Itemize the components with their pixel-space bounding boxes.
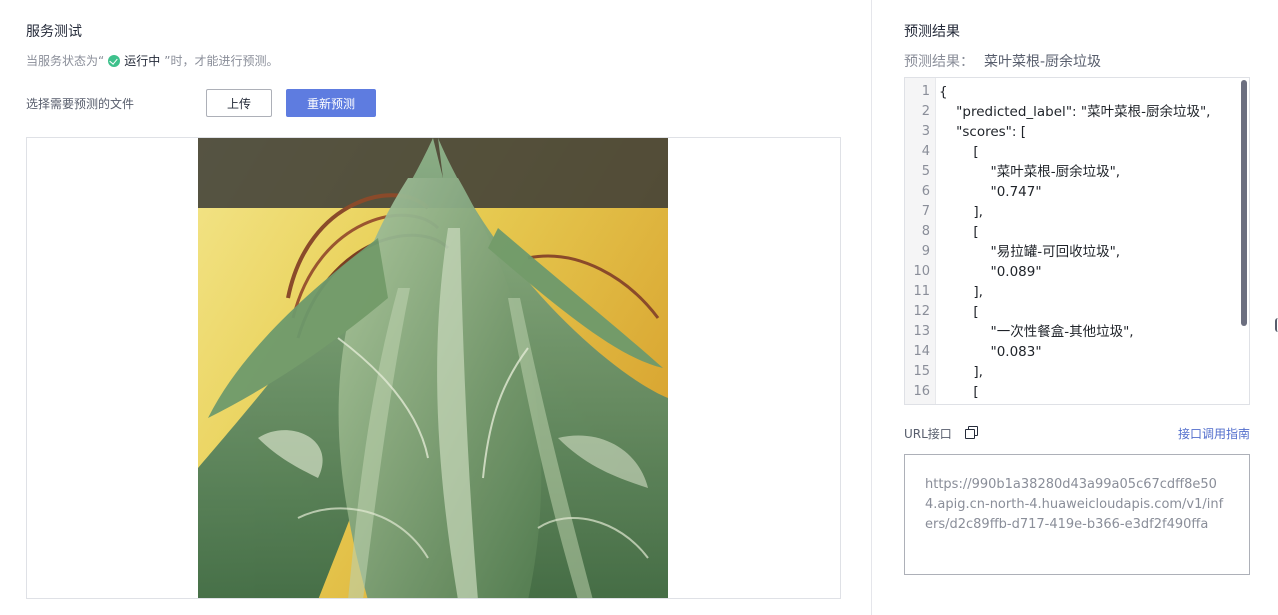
code-line: "易拉罐-可回收垃圾", [939,244,1121,260]
code-line: [ [939,384,979,400]
vegetable-photo [198,138,668,598]
line-number: 6 [921,184,930,199]
code-line: "0.747" [939,184,1042,200]
url-interface-label: URL接口 [904,427,952,441]
code-line: [ [939,224,979,240]
api-guide-link[interactable]: 接口调用指南 [1178,425,1250,442]
line-number: 9 [921,244,930,259]
code-line: "predicted_label": "菜叶菜根-厨余垃圾", [939,104,1211,120]
line-number: 10 [913,264,930,279]
prediction-result: 预测结果： 菜叶菜根-厨余垃圾 [904,51,1101,71]
line-number: 4 [921,144,930,159]
service-test-title: 服务测试 [26,24,82,40]
code-line: [ [939,144,979,160]
image-preview [26,137,841,599]
code-line: ], [939,364,983,380]
line-number: 11 [913,284,930,299]
status-running-text: 运行中 [124,54,161,68]
code-line: ], [939,284,983,300]
code-line: "scores": [ [939,124,1026,140]
prediction-title: 预测结果 [904,24,960,40]
status-hint-prefix: 当服务状态为“ [26,54,105,68]
code-line: "0.083" [939,344,1042,360]
copy-icon[interactable] [965,426,979,440]
status-hint: 当服务状态为“ 运行中 ”时，才能进行预测。 [26,52,278,69]
prediction-result-label: 预测结果： [904,54,974,70]
line-number: 14 [913,344,930,359]
service-test-panel: 服务测试 当服务状态为“ 运行中 ”时，才能进行预测。 选择需要预测的文件 上传… [0,0,871,615]
code-line: "菜叶菜根-厨余垃圾", [939,164,1121,180]
line-number: 13 [913,324,930,339]
line-number-gutter: 1 2 3 4 5 6 7 8 9 10 11 12 13 14 15 16 [905,78,936,404]
json-code: { "predicted_label": "菜叶菜根-厨余垃圾", "score… [939,82,1237,402]
upload-button[interactable]: 上传 [206,89,272,117]
line-number: 8 [921,224,930,239]
code-line: "0.089" [939,264,1042,280]
code-line: ], [939,204,983,220]
prediction-panel: 预测结果 预测结果： 菜叶菜根-厨余垃圾 1 2 3 4 5 6 7 8 9 10 11 12 13 14 1… [872,0,1278,615]
line-number: 15 [913,364,930,379]
line-number: 3 [921,124,930,139]
file-select-label: 选择需要预测的文件 [26,97,135,111]
check-circle-icon [108,54,121,67]
line-number: 5 [921,164,930,179]
code-scrollbar[interactable] [1241,80,1247,326]
code-line: "一次性餐盒-其他垃圾", [939,324,1134,340]
line-number: 1 [921,84,930,99]
url-field[interactable]: https://990b1a38280d43a99a05c67cdff8e504… [904,454,1250,575]
prediction-result-value: 菜叶菜根-厨余垃圾 [984,54,1102,70]
code-line: [ [939,304,979,320]
code-line: { [939,84,948,100]
status-hint-suffix: ”时，才能进行预测。 [164,54,279,68]
line-number: 12 [913,304,930,319]
repredict-button[interactable]: 重新预测 [286,89,376,117]
json-result-viewer[interactable]: 1 2 3 4 5 6 7 8 9 10 11 12 13 14 15 16 { "predicted_lab… [904,77,1250,405]
line-number: 7 [921,204,930,219]
line-number: 16 [913,384,930,399]
line-number: 2 [921,104,930,119]
